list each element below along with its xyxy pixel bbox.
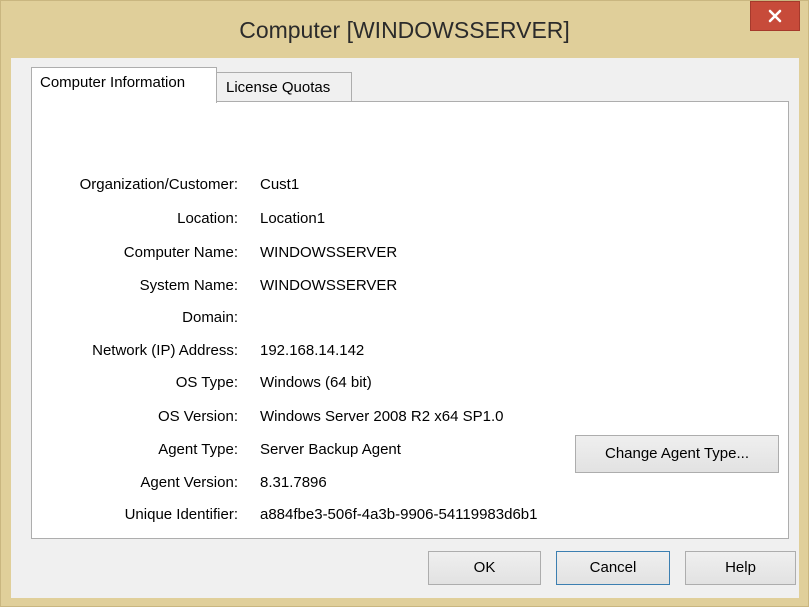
agent-version-value: 8.31.7896 <box>260 474 327 491</box>
agent-version-label: Agent Version: <box>140 474 238 491</box>
dialog-window: Computer [WINDOWSSERVER] Computer Inform… <box>0 0 809 607</box>
tab-label: Computer Information <box>40 74 186 91</box>
field-row-domain: Domain: <box>32 303 789 333</box>
field-row-os-version: OS Version: Windows Server 2008 R2 x64 S… <box>32 402 789 432</box>
close-button[interactable] <box>750 1 800 31</box>
field-row-location: Location: Location1 <box>32 204 789 234</box>
cancel-button[interactable]: Cancel <box>556 551 670 585</box>
tab-computer-information[interactable]: Computer Information <box>31 67 217 103</box>
field-row-os-type: OS Type: Windows (64 bit) <box>32 368 789 398</box>
ok-button[interactable]: OK <box>428 551 541 585</box>
domain-label: Domain: <box>182 309 238 326</box>
os-version-value: Windows Server 2008 R2 x64 SP1.0 <box>260 408 504 425</box>
os-type-label: OS Type: <box>175 374 238 391</box>
window-title: Computer [WINDOWSSERVER] <box>239 17 570 43</box>
computer-name-label: Computer Name: <box>123 244 238 261</box>
location-label: Location: <box>177 210 238 227</box>
unique-identifier-label: Unique Identifier: <box>124 506 238 523</box>
field-row-organization: Organization/Customer: Cust1 <box>32 170 789 200</box>
close-icon <box>768 9 782 23</box>
computer-name-value: WINDOWSSERVER <box>260 244 398 261</box>
change-agent-type-button[interactable]: Change Agent Type... <box>575 435 779 473</box>
help-button[interactable]: Help <box>685 551 796 585</box>
field-row-unique-identifier: Unique Identifier: a884fbe3-506f-4a3b-99… <box>32 500 789 530</box>
field-row-system-name: System Name: WINDOWSSERVER <box>32 271 789 301</box>
field-row-computer-name: Computer Name: WINDOWSSERVER <box>32 238 789 268</box>
agent-type-label: Agent Type: <box>158 441 238 458</box>
os-type-value: Windows (64 bit) <box>260 374 372 391</box>
computer-information-panel: Organization/Customer: Cust1 Location: L… <box>31 101 789 539</box>
field-row-network-address: Network (IP) Address: 192.168.14.142 <box>32 336 789 366</box>
organization-label: Organization/Customer: <box>79 176 238 193</box>
dialog-client-area: Computer Information License Quotas Orga… <box>11 58 799 598</box>
agent-type-value: Server Backup Agent <box>260 441 401 458</box>
network-address-value: 192.168.14.142 <box>260 342 365 359</box>
tab-license-quotas[interactable]: License Quotas <box>216 72 352 102</box>
network-address-label: Network (IP) Address: <box>92 342 238 359</box>
location-value: Location1 <box>260 210 326 227</box>
os-version-label: OS Version: <box>157 408 238 425</box>
system-name-value: WINDOWSSERVER <box>260 277 398 294</box>
organization-value: Cust1 <box>260 176 300 193</box>
system-name-label: System Name: <box>139 277 238 294</box>
tab-label: License Quotas <box>226 79 331 96</box>
unique-identifier-value: a884fbe3-506f-4a3b-9906-54119983d6b1 <box>260 506 538 523</box>
